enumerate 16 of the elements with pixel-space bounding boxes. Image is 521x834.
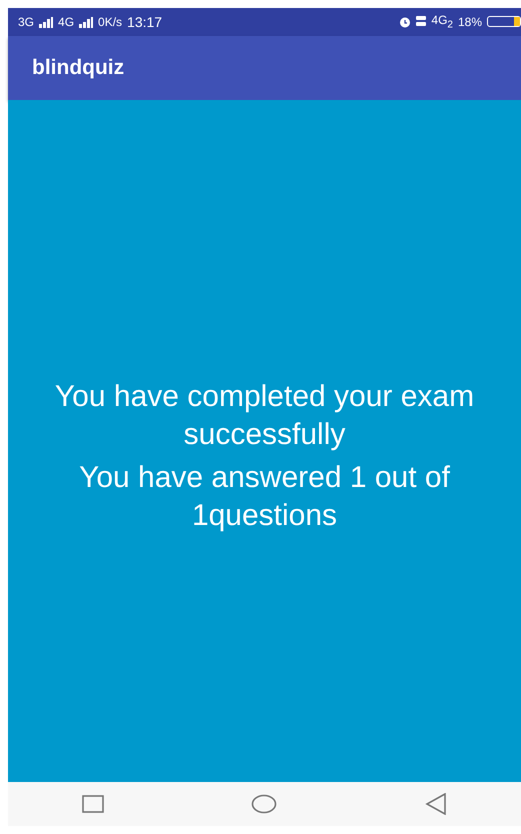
alarm-icon (399, 16, 412, 28)
result-message: You have completed your exam successfully (54, 379, 476, 452)
signal-icon (39, 16, 54, 28)
result-message: You have answered 1 out of 1questions (78, 460, 451, 534)
battery-label: 18% (458, 14, 482, 29)
app-title: blindquiz (32, 56, 124, 80)
home-icon[interactable] (251, 794, 278, 814)
clock: 13:17 (127, 14, 162, 30)
back-icon[interactable] (425, 793, 448, 815)
signal-icon (79, 16, 94, 28)
network-label: 3G (18, 15, 34, 29)
network-label: 4G (58, 15, 74, 29)
speed-label: 0K/s (98, 15, 122, 29)
network-label: 4G$_{2}$ (431, 13, 453, 31)
battery-icon (487, 16, 521, 28)
recents-icon[interactable] (82, 795, 104, 813)
